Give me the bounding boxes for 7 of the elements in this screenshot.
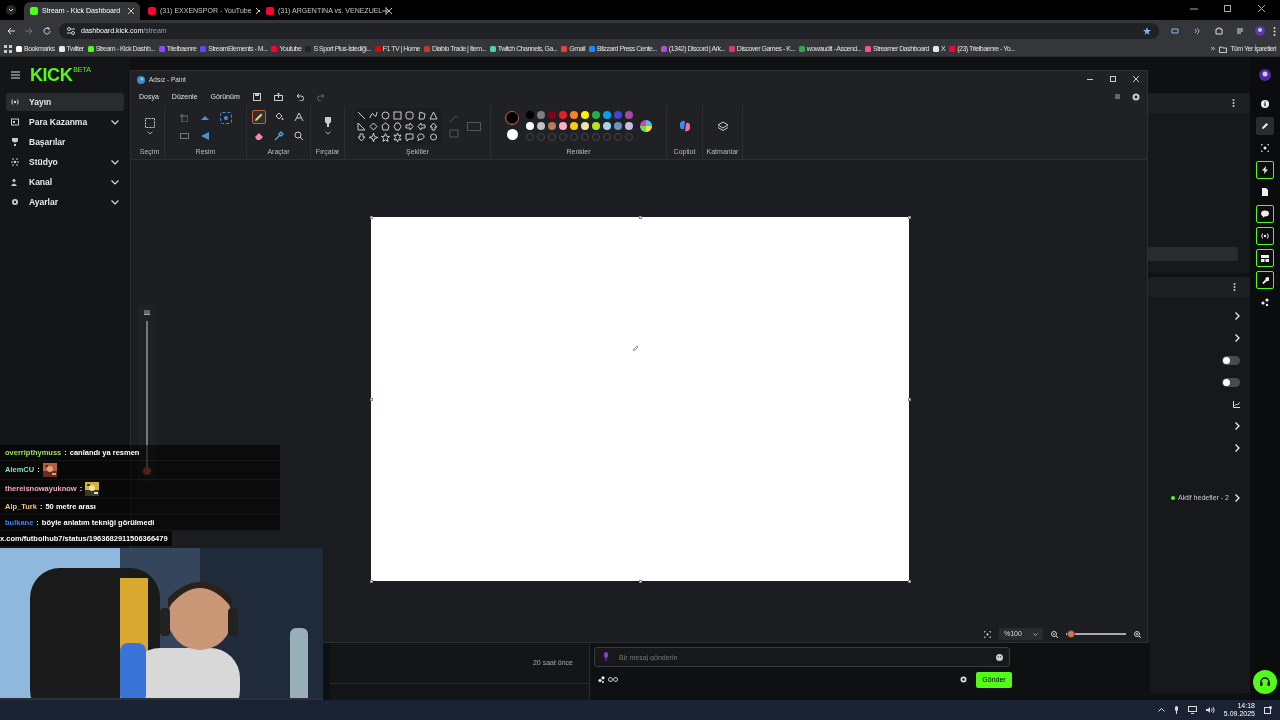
nav-item[interactable]: Ayarlar bbox=[6, 193, 124, 211]
nav-item[interactable]: Stüdyo bbox=[6, 153, 124, 171]
nav-item[interactable]: Kanal bbox=[6, 173, 124, 191]
nav-item[interactable]: Başarılar bbox=[6, 133, 124, 151]
nav-item[interactable]: Yayın bbox=[6, 93, 124, 111]
nav-item[interactable]: Para Kazanma bbox=[6, 113, 124, 131]
more-bookmarks-button[interactable]: » bbox=[1210, 43, 1216, 55]
